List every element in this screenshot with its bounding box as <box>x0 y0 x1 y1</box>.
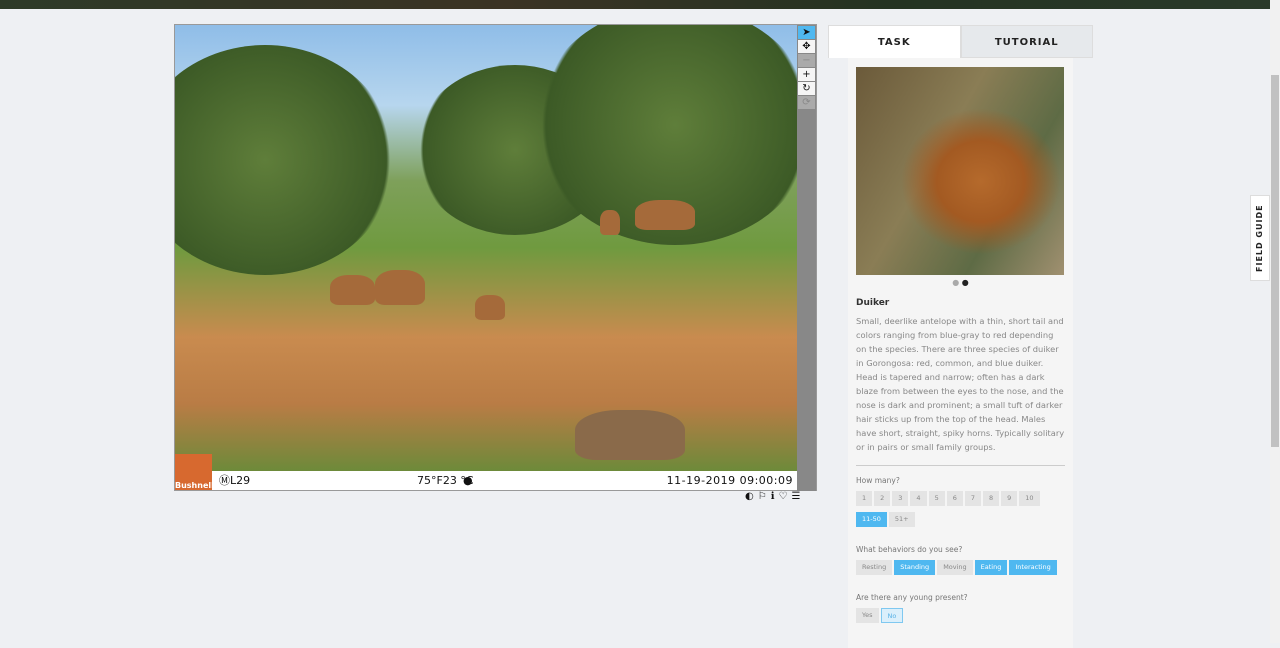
scrollbar-thumb[interactable] <box>1271 75 1279 447</box>
image-carousel-dots[interactable]: ● ● <box>856 278 1065 290</box>
young-option[interactable]: No <box>880 608 904 623</box>
zoom-out-button[interactable]: − <box>798 54 815 67</box>
tab-tutorial[interactable]: TUTORIAL <box>960 25 1093 58</box>
viewer-actions: ◐⚐ℹ♡☰ <box>745 491 804 502</box>
reset-button[interactable]: ⟳ <box>798 96 815 109</box>
heart-icon[interactable]: ♡ <box>779 491 792 502</box>
behaviors-option[interactable]: Eating <box>974 560 1008 575</box>
young-option[interactable]: Yes <box>856 608 879 623</box>
how-many-label: How many? <box>856 476 900 485</box>
bushnell-logo: Bushnell <box>175 454 214 490</box>
species-image <box>856 67 1064 275</box>
camera-id: ⓂL29 <box>219 474 251 487</box>
species-name: Duiker <box>856 298 890 308</box>
how-many-option[interactable]: 5 <box>928 491 945 506</box>
top-banner <box>0 0 1270 9</box>
behaviors-option[interactable]: Standing <box>894 560 936 575</box>
behaviors-option[interactable]: Interacting <box>1009 560 1057 575</box>
how-many-option[interactable]: 9 <box>1001 491 1018 506</box>
how-many-option[interactable]: 1 <box>856 491 873 506</box>
behaviors-option[interactable]: Moving <box>937 560 973 575</box>
field-guide-tab[interactable]: FIELD GUIDE <box>1250 195 1270 281</box>
how-many-option[interactable]: 8 <box>982 491 1000 506</box>
info-icon[interactable]: ℹ <box>771 491 779 502</box>
how-many-option[interactable]: 6 <box>946 491 963 506</box>
how-many-option[interactable]: 51+ <box>888 512 915 527</box>
zoom-in-button[interactable]: + <box>798 68 815 81</box>
behaviors-label: What behaviors do you see? <box>856 545 963 554</box>
viewer-toolbar: ➤ ✥ − + ↻ ⟳ <box>797 25 816 491</box>
subject-viewer: ➤ ✥ − + ↻ ⟳ Bushnell ⓂL29 75°F23 °C ● 11… <box>174 24 817 491</box>
camera-trap-photo[interactable] <box>175 25 797 471</box>
collection-icon[interactable]: ☰ <box>791 491 804 502</box>
species-description: Small, deerlike antelope with a thin, sh… <box>856 316 1065 452</box>
divider <box>856 465 1065 466</box>
camera-caption: Bushnell ⓂL29 75°F23 °C ● 11-19-2019 09:… <box>175 454 797 490</box>
young-label: Are there any young present? <box>856 593 968 602</box>
timestamp: 11-19-2019 09:00:09 <box>666 474 793 487</box>
moon-phase-icon: ● <box>463 474 473 487</box>
move-tool-button[interactable]: ✥ <box>798 40 815 53</box>
how-many-option[interactable]: 7 <box>964 491 981 506</box>
how-many-option[interactable]: 4 <box>910 491 927 506</box>
flag-icon[interactable]: ⚐ <box>758 491 771 502</box>
behaviors-option[interactable]: Resting <box>856 560 893 575</box>
how-many-option[interactable]: 11-50 <box>856 512 887 527</box>
rotate-button[interactable]: ↻ <box>798 82 815 95</box>
how-many-option[interactable]: 2 <box>874 491 891 506</box>
task-panel: TASK TUTORIAL ● ● Duiker Small, deerlike… <box>828 25 1093 648</box>
how-many-option[interactable]: 10 <box>1019 491 1040 506</box>
how-many-option[interactable]: 3 <box>892 491 909 506</box>
contrast-icon[interactable]: ◐ <box>745 491 758 502</box>
tab-task[interactable]: TASK <box>828 25 961 58</box>
pointer-tool-button[interactable]: ➤ <box>798 26 815 39</box>
